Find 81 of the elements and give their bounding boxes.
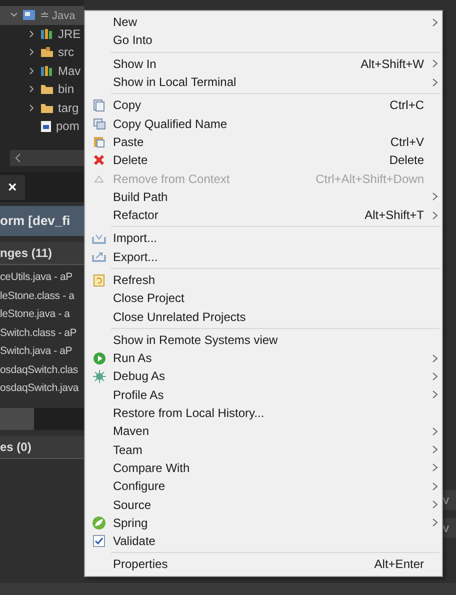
expand-chevron-icon[interactable] — [28, 48, 36, 56]
tree-item[interactable]: pom — [56, 119, 80, 134]
input-field[interactable]: v — [443, 490, 456, 510]
menu-item[interactable]: Close Unrelated Projects — [85, 307, 442, 326]
folder-icon — [40, 83, 54, 96]
menu-item[interactable]: Properties Alt+Enter — [85, 555, 442, 574]
checkbox-icon — [93, 535, 105, 548]
menu-item[interactable]: Go Into — [85, 31, 442, 50]
tree-item[interactable]: JRE — [58, 26, 81, 41]
horizontal-scrollbar[interactable] — [10, 150, 84, 166]
refresh-icon — [93, 274, 105, 286]
library-icon — [40, 64, 54, 77]
export-icon — [92, 251, 106, 262]
tree-item[interactable]: targ — [58, 100, 79, 115]
menu-item[interactable]: Run As — [85, 349, 442, 368]
copy-icon — [93, 98, 105, 112]
clipboard-icon — [93, 135, 105, 148]
menu-item[interactable]: Export... — [85, 248, 442, 266]
menu-item[interactable]: Close Project — [85, 289, 442, 308]
file-item[interactable]: Switch.java - aP — [0, 342, 84, 360]
file-item[interactable]: osdaqSwitch.clas — [0, 360, 84, 379]
menu-item[interactable]: Source — [85, 495, 442, 514]
scrollbar-thumb[interactable] — [0, 408, 34, 430]
tree-row[interactable]: bin — [0, 80, 84, 98]
expand-chevron-icon[interactable] — [28, 30, 36, 38]
folder-icon — [40, 102, 54, 114]
menu-item[interactable]: Configure — [85, 477, 442, 496]
menu-item[interactable]: Validate — [85, 532, 442, 550]
delete-icon — [93, 154, 105, 166]
menu-item[interactable]: Show in Local Terminal — [85, 72, 442, 92]
menu-item[interactable]: Team — [85, 440, 442, 459]
menu-item[interactable]: Show in Remote Systems view — [85, 330, 442, 350]
scroll-left-icon[interactable] — [14, 153, 22, 163]
expand-chevron-icon[interactable] — [28, 66, 36, 75]
package-folder-icon — [40, 46, 54, 58]
menu-item[interactable]: Debug As — [85, 367, 442, 386]
tree-row[interactable]: Mav — [0, 62, 84, 80]
menu-item[interactable]: Copy Ctrl+C — [85, 96, 442, 114]
remove-icon — [93, 172, 105, 185]
menu-item[interactable]: Profile As — [85, 386, 442, 404]
run-icon — [92, 352, 106, 365]
menu-item[interactable]: Spring — [85, 514, 442, 532]
import-icon — [92, 232, 106, 244]
submenu-chevron-icon — [432, 18, 438, 27]
tree-row[interactable]: src — [0, 43, 84, 62]
expand-chevron-icon[interactable] — [28, 104, 36, 112]
file-item[interactable]: ceUtils.java - aP — [0, 268, 84, 286]
file-item[interactable]: leStone.java - a — [0, 305, 84, 324]
menu-item[interactable]: Import... — [85, 229, 442, 248]
staged-changes-title: es (0) — [0, 436, 84, 458]
tree-item[interactable]: Mav — [58, 64, 81, 78]
input-field[interactable]: v — [443, 518, 456, 538]
leaf-icon — [92, 516, 106, 530]
menu-item[interactable]: Compare With — [85, 458, 442, 478]
unstaged-changes-title: nges (11) — [0, 242, 84, 265]
menu-item[interactable]: Restore from Local History... — [85, 404, 442, 422]
repository-header: orm [dev_fi — [0, 206, 84, 236]
tree-item[interactable]: bin — [58, 82, 74, 96]
file-item[interactable]: Switch.class - aP — [0, 324, 84, 342]
menu-item[interactable]: Copy Qualified Name — [85, 114, 442, 133]
expand-chevron-icon[interactable] — [28, 85, 36, 94]
menu-item[interactable]: Delete Delete — [85, 151, 442, 170]
file-item[interactable]: leStone.class - a — [0, 286, 84, 305]
file-item[interactable]: osdaqSwitch.java — [0, 379, 84, 398]
copy-icon — [92, 118, 106, 130]
menu-item[interactable]: Refresh — [85, 270, 442, 290]
tree-row[interactable]: pom — [0, 117, 84, 136]
bug-icon — [92, 370, 106, 383]
tree-item[interactable]: src — [58, 45, 74, 60]
tree-row[interactable]: targ — [0, 98, 84, 117]
file-icon — [40, 120, 52, 133]
menu-item[interactable]: Paste Ctrl+V — [85, 132, 442, 152]
menu-item[interactable]: New — [85, 13, 442, 32]
menu-item[interactable]: Maven — [85, 422, 442, 441]
project-icon — [22, 8, 36, 22]
menu-item[interactable]: Build Path — [85, 188, 442, 206]
menu-item[interactable]: Refactor Alt+Shift+T — [85, 206, 442, 224]
tree-row[interactable]: JRE — [0, 24, 84, 43]
menu-item[interactable]: Show In Alt+Shift+W — [85, 54, 442, 73]
library-icon — [40, 28, 54, 40]
close-tab-button[interactable]: × — [0, 174, 25, 200]
